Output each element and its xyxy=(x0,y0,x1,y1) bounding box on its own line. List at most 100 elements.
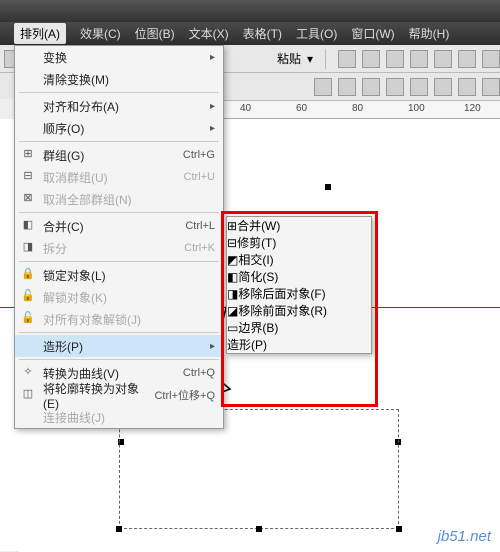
paste-button[interactable]: 粘贴 xyxy=(277,50,301,67)
menu-item-icon xyxy=(19,338,37,354)
menu-tools[interactable]: 工具(O) xyxy=(296,25,337,42)
arrange-menu-item: ⊟ 取消群组(U)Ctrl+U xyxy=(15,166,223,188)
menu-item-icon xyxy=(19,71,37,87)
align-tool-icon[interactable] xyxy=(434,78,452,96)
arrange-menu-item: ⊠取消全部群组(N) xyxy=(15,188,223,210)
menu-arrange[interactable]: 排列(A) xyxy=(14,23,66,44)
shape-tool-icon[interactable] xyxy=(362,50,380,68)
menu-item-icon xyxy=(19,98,37,114)
menu-bitmap[interactable]: 位图(B) xyxy=(135,25,175,42)
arrange-menu-item[interactable]: 顺序(O)▸ xyxy=(15,117,223,139)
shaping-submenu-item[interactable]: ◨移除后面对象(F) xyxy=(227,285,371,302)
shape-tool-icon[interactable] xyxy=(458,50,476,68)
menu-item-shortcut: Ctrl+Q xyxy=(183,367,215,379)
align-tool-icon[interactable] xyxy=(410,78,428,96)
menu-item-icon: ◨ xyxy=(227,287,238,301)
menu-item-icon xyxy=(19,409,37,425)
menu-item-label: 边界(B) xyxy=(238,321,278,335)
menu-item-icon: ◧ xyxy=(19,218,37,234)
arrange-menu-item[interactable]: 变换 ▸ xyxy=(15,46,223,68)
submenu-arrow-icon: ▸ xyxy=(210,123,215,134)
shaping-submenu-item[interactable]: ◩相交(I) xyxy=(227,251,371,268)
submenu-arrow-icon: ▸ xyxy=(210,52,215,63)
shaping-submenu-item[interactable]: ▭边界(B) xyxy=(227,319,371,336)
shaping-submenu-item[interactable]: ◧简化(S) xyxy=(227,268,371,285)
shape-tool-icon[interactable] xyxy=(482,50,500,68)
selection-handle[interactable] xyxy=(116,526,122,532)
arrange-menu-item[interactable]: 造形(P)▸ xyxy=(15,335,223,357)
menu-separator xyxy=(19,359,219,360)
menu-separator xyxy=(19,212,219,213)
submenu-arrow-icon: ▸ xyxy=(210,101,215,112)
menu-item-label: 变换 xyxy=(43,49,204,66)
menu-item-label: 造形(P) xyxy=(43,338,204,355)
ruler-tick: 80 xyxy=(352,103,363,114)
menu-item-shortcut: Ctrl+U xyxy=(184,171,215,183)
menu-item-icon: ◨ xyxy=(19,240,37,256)
menu-help[interactable]: 帮助(H) xyxy=(409,25,450,42)
shape-tool-icon[interactable] xyxy=(338,50,356,68)
menu-item-icon: ◩ xyxy=(227,253,238,267)
menu-item-label: 对齐和分布(A) xyxy=(43,98,204,115)
selection-handle[interactable] xyxy=(396,526,402,532)
arrange-menu-item: ◨拆分Ctrl+K xyxy=(15,237,223,259)
menu-item-label: 移除前面对象(R) xyxy=(238,304,327,318)
selection-handle[interactable] xyxy=(256,526,262,532)
shaping-submenu-item[interactable]: 造形(P) xyxy=(227,336,371,353)
arrange-menu-item: 🔓解锁对象(K) xyxy=(15,286,223,308)
align-tool-icon[interactable] xyxy=(482,78,500,96)
menu-item-icon: ⊟ xyxy=(227,236,237,250)
menu-separator xyxy=(19,261,219,262)
arrange-menu-item: 🔓对所有对象解锁(J) xyxy=(15,308,223,330)
menu-item-shortcut: Ctrl+位移+Q xyxy=(154,387,215,403)
shaping-submenu-item[interactable]: ⊟修剪(T) xyxy=(227,234,371,251)
arrange-menu-item[interactable]: ⊞群组(G)Ctrl+G xyxy=(15,144,223,166)
shape-tool-icon[interactable] xyxy=(434,50,452,68)
align-tool-icon[interactable] xyxy=(362,78,380,96)
arrange-menu-item[interactable]: 清除变换(M) xyxy=(15,68,223,90)
menu-item-label: 将轮廓转换为对象(E) xyxy=(43,380,154,411)
menu-item-label: 对所有对象解锁(J) xyxy=(43,311,215,328)
selection-handle[interactable] xyxy=(325,184,331,190)
menu-separator xyxy=(19,92,219,93)
menu-item-icon: ⊞ xyxy=(19,147,37,163)
menu-item-label: 造形(P) xyxy=(227,338,267,352)
menubar: 排列(A) 效果(C) 位图(B) 文本(X) 表格(T) 工具(O) 窗口(W… xyxy=(0,22,500,45)
menu-item-label: 相交(I) xyxy=(238,253,273,267)
menu-window[interactable]: 窗口(W) xyxy=(351,25,394,42)
align-tool-icon[interactable] xyxy=(458,78,476,96)
dropdown-chevron-icon[interactable]: ▾ xyxy=(307,52,313,66)
menu-item-label: 取消群组(U) xyxy=(43,169,184,186)
menu-item-label: 解锁对象(K) xyxy=(43,289,215,306)
watermark: jb51.net xyxy=(435,527,494,546)
menu-item-icon: ◫ xyxy=(19,387,37,403)
align-tool-icon[interactable] xyxy=(386,78,404,96)
menu-item-label: 锁定对象(L) xyxy=(43,267,215,284)
arrange-menu-item[interactable]: ◧合并(C)Ctrl+L xyxy=(15,215,223,237)
menu-item-shortcut: Ctrl+L xyxy=(185,220,215,232)
arrange-menu-item[interactable]: ◫将轮廓转换为对象(E)Ctrl+位移+Q xyxy=(15,384,223,406)
arrange-menu-item[interactable]: 对齐和分布(A) ▸ xyxy=(15,95,223,117)
shape-tool-icon[interactable] xyxy=(386,50,404,68)
arrange-menu-dropdown: 变换▸清除变换(M)对齐和分布(A)▸顺序(O)▸⊞群组(G)Ctrl+G⊟取消… xyxy=(14,45,224,429)
shaping-submenu-item[interactable]: ⊞合并(W) xyxy=(227,217,371,234)
menu-item-icon: ⊞ xyxy=(227,219,237,233)
menu-text[interactable]: 文本(X) xyxy=(189,25,229,42)
menu-item-label: 修剪(T) xyxy=(237,236,276,250)
align-tool-icon[interactable] xyxy=(314,78,332,96)
menu-separator xyxy=(19,332,219,333)
menu-item-label: 取消全部群组(N) xyxy=(43,191,215,208)
menu-effects[interactable]: 效果(C) xyxy=(80,25,121,42)
align-tool-icon[interactable] xyxy=(338,78,356,96)
shaping-submenu: ⊞合并(W)⊟修剪(T)◩相交(I)◧简化(S)◨移除后面对象(F)◪移除前面对… xyxy=(226,216,372,354)
menu-item-label: 简化(S) xyxy=(238,270,278,284)
menu-item-label: 移除后面对象(F) xyxy=(238,287,325,301)
shaping-submenu-item[interactable]: ◪移除前面对象(R) xyxy=(227,302,371,319)
menu-item-icon: ⊟ xyxy=(19,169,37,185)
arrange-menu-item[interactable]: 🔒锁定对象(L) xyxy=(15,264,223,286)
menu-table[interactable]: 表格(T) xyxy=(243,25,282,42)
menu-item-icon: ▭ xyxy=(227,321,238,335)
menu-item-icon: ◪ xyxy=(227,304,238,318)
shape-tool-icon[interactable] xyxy=(410,50,428,68)
menu-item-label: 连接曲线(J) xyxy=(43,409,215,426)
